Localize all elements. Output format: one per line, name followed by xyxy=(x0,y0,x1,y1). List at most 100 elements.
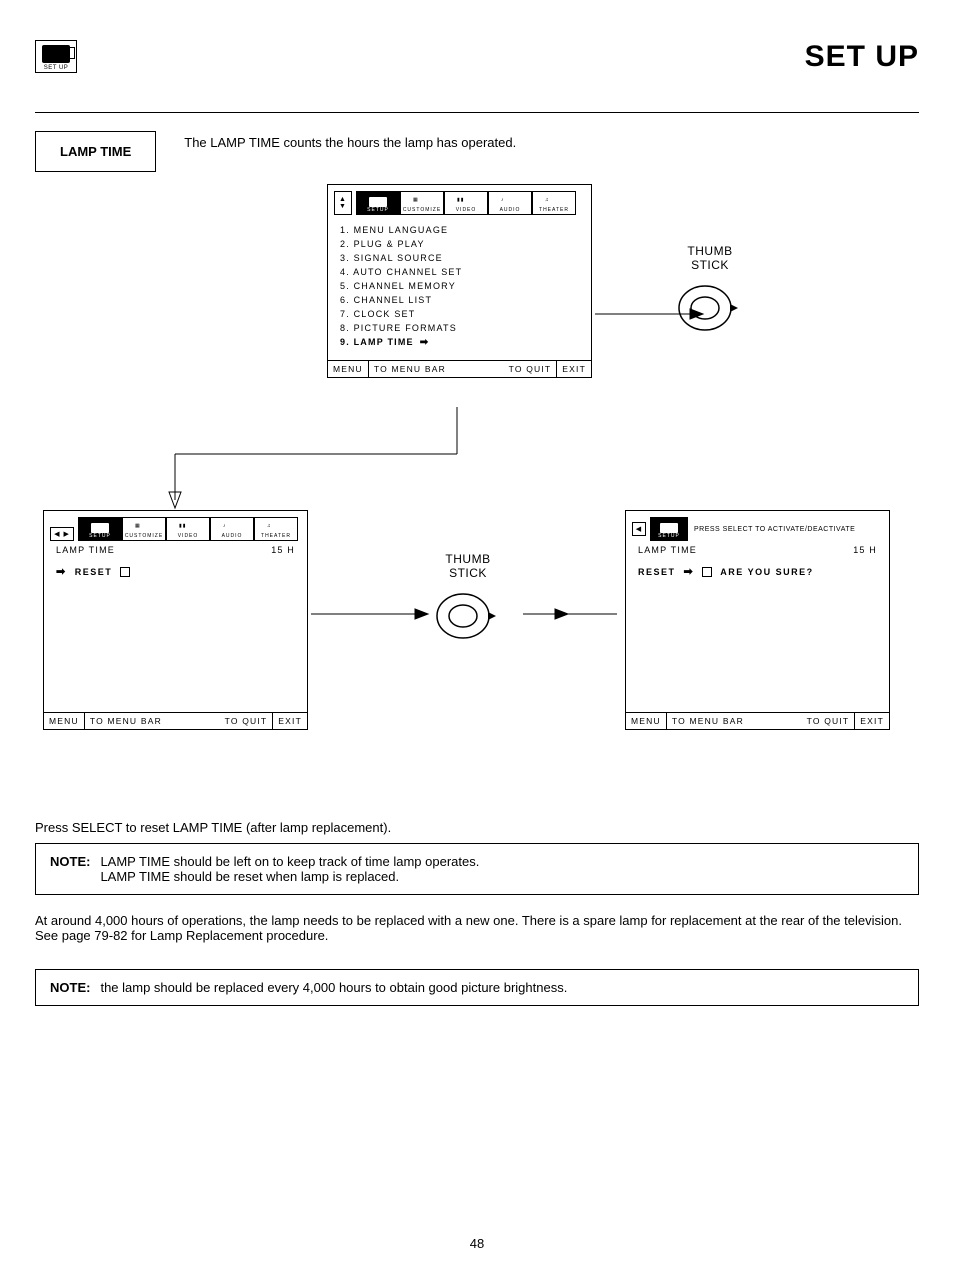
thumb-stick-icon xyxy=(675,276,745,336)
checkbox-icon[interactable] xyxy=(702,567,712,577)
menu-list: 1. MENU LANGUAGE 2. PLUG & PLAY 3. SIGNA… xyxy=(328,215,591,360)
menu-item[interactable]: 7. CLOCK SET xyxy=(340,307,579,321)
audio-icon: ♪ xyxy=(501,197,519,207)
menu-item[interactable]: 2. PLUG & PLAY xyxy=(340,237,579,251)
footer-to-quit: TO QUIT xyxy=(802,713,855,729)
thumb-label: THUMB xyxy=(433,552,503,566)
thumb-stick: THUMB STICK xyxy=(433,552,503,644)
lamp-time-value: 15 H xyxy=(271,545,295,555)
setup-icon-label: SET UP xyxy=(44,65,69,71)
tab-customize[interactable]: ▦CUSTOMIZE xyxy=(400,191,444,215)
note-line: LAMP TIME should be left on to keep trac… xyxy=(100,854,479,869)
audio-icon: ♪ xyxy=(223,523,241,533)
osd-footer: MENU TO MENU BAR TO QUIT EXIT xyxy=(328,360,591,377)
tv-icon xyxy=(42,45,70,63)
footer-exit[interactable]: EXIT xyxy=(556,361,591,377)
footer-to-quit: TO QUIT xyxy=(220,713,273,729)
customize-icon: ▦ xyxy=(135,523,153,533)
body-paragraph: At around 4,000 hours of operations, the… xyxy=(35,913,919,943)
tab-theater[interactable]: ♫THEATER xyxy=(254,517,298,541)
press-select-hint: PRESS SELECT TO ACTIVATE/DEACTIVATE xyxy=(688,525,855,534)
theater-icon: ♫ xyxy=(545,197,563,207)
note-label: NOTE: xyxy=(50,980,90,995)
menu-item[interactable]: 5. CHANNEL MEMORY xyxy=(340,279,579,293)
note-label: NOTE: xyxy=(50,854,90,884)
nav-left-icon: ◀ xyxy=(632,522,646,536)
tv-icon xyxy=(91,523,109,533)
lamp-time-label: LAMP TIME xyxy=(638,545,697,555)
menu-item-lamp-time[interactable]: 9. LAMP TIME xyxy=(340,335,579,350)
lamp-time-label: LAMP TIME xyxy=(56,545,115,555)
lamp-time-row: LAMP TIME 15 H xyxy=(626,541,889,559)
tab-row: ◀ ▶ SETUP ▦CUSTOMIZE ▮▮VIDEO ♪AUDIO ♫THE… xyxy=(44,511,307,541)
customize-icon: ▦ xyxy=(413,197,431,207)
tab-video[interactable]: ▮▮VIDEO xyxy=(444,191,488,215)
osd-footer: MENU TO MENU BAR TO QUIT EXIT xyxy=(44,712,307,729)
header-divider xyxy=(35,112,919,113)
menu-item[interactable]: 8. PICTURE FORMATS xyxy=(340,321,579,335)
are-you-sure-label: ARE YOU SURE? xyxy=(720,567,813,577)
tab-audio[interactable]: ♪AUDIO xyxy=(210,517,254,541)
thumb-stick: THUMB STICK xyxy=(675,244,745,336)
arrow-right-icon: ➡ xyxy=(56,565,67,578)
checkbox-icon[interactable] xyxy=(120,567,130,577)
osd-footer: MENU TO MENU BAR TO QUIT EXIT xyxy=(626,712,889,729)
body-paragraph: Press SELECT to reset LAMP TIME (after l… xyxy=(35,820,919,835)
tab-setup[interactable]: SETUP xyxy=(78,517,122,541)
footer-to-menu-bar: TO MENU BAR xyxy=(667,713,802,729)
note-content: LAMP TIME should be left on to keep trac… xyxy=(100,854,479,884)
thumb-label: STICK xyxy=(433,566,503,580)
tab-row: ▲▼ SETUP ▦CUSTOMIZE ▮▮VIDEO ♪AUDIO ♫THEA… xyxy=(328,185,591,215)
tab-row: ◀ SETUP PRESS SELECT TO ACTIVATE/DEACTIV… xyxy=(626,511,889,541)
theater-icon: ♫ xyxy=(267,523,285,533)
page-title: SET UP xyxy=(35,40,919,74)
tab-video[interactable]: ▮▮VIDEO xyxy=(166,517,210,541)
lamp-time-row: LAMP TIME 15 H xyxy=(44,541,307,559)
footer-to-quit: TO QUIT xyxy=(504,361,557,377)
nav-left-right-icon: ◀ ▶ xyxy=(50,527,74,541)
tv-icon xyxy=(369,197,387,207)
thumb-label: THUMB xyxy=(675,244,745,258)
section-label: LAMP TIME xyxy=(35,131,156,172)
footer-menu[interactable]: MENU xyxy=(328,361,369,377)
reset-confirm-row[interactable]: RESET ➡ ARE YOU SURE? xyxy=(626,559,889,584)
intro-text: The LAMP TIME counts the hours the lamp … xyxy=(184,131,516,150)
menu-item[interactable]: 3. SIGNAL SOURCE xyxy=(340,251,579,265)
setup-category-icon: SET UP xyxy=(35,40,77,73)
reset-label: RESET xyxy=(638,567,676,577)
thumb-stick-icon xyxy=(433,584,503,644)
lamp-time-value: 15 H xyxy=(853,545,877,555)
note-content: the lamp should be replaced every 4,000 … xyxy=(100,980,567,995)
video-icon: ▮▮ xyxy=(179,523,197,533)
tab-audio[interactable]: ♪AUDIO xyxy=(488,191,532,215)
osd-screen-menu: ▲▼ SETUP ▦CUSTOMIZE ▮▮VIDEO ♪AUDIO ♫THEA… xyxy=(327,184,592,378)
note-line: LAMP TIME should be reset when lamp is r… xyxy=(100,869,479,884)
nav-up-down-icon: ▲▼ xyxy=(334,191,352,215)
tab-theater[interactable]: ♫THEATER xyxy=(532,191,576,215)
menu-item[interactable]: 6. CHANNEL LIST xyxy=(340,293,579,307)
tv-icon xyxy=(660,523,678,533)
osd-screen-lamp-time: ◀ ▶ SETUP ▦CUSTOMIZE ▮▮VIDEO ♪AUDIO ♫THE… xyxy=(43,510,308,730)
menu-item[interactable]: 4. AUTO CHANNEL SET xyxy=(340,265,579,279)
note-box: NOTE: the lamp should be replaced every … xyxy=(35,969,919,1006)
osd-screen-confirm: ◀ SETUP PRESS SELECT TO ACTIVATE/DEACTIV… xyxy=(625,510,890,730)
footer-exit[interactable]: EXIT xyxy=(272,713,307,729)
footer-menu[interactable]: MENU xyxy=(626,713,667,729)
thumb-label: STICK xyxy=(675,258,745,272)
footer-to-menu-bar: TO MENU BAR xyxy=(369,361,504,377)
reset-row[interactable]: ➡ RESET xyxy=(44,559,307,584)
tab-customize[interactable]: ▦CUSTOMIZE xyxy=(122,517,166,541)
header-row: SET UP SET UP xyxy=(35,40,919,74)
tab-setup[interactable]: SETUP xyxy=(356,191,400,215)
menu-item[interactable]: 1. MENU LANGUAGE xyxy=(340,223,579,237)
footer-menu[interactable]: MENU xyxy=(44,713,85,729)
intro-row: LAMP TIME The LAMP TIME counts the hours… xyxy=(35,131,919,172)
reset-label: RESET xyxy=(75,567,113,577)
footer-to-menu-bar: TO MENU BAR xyxy=(85,713,220,729)
video-icon: ▮▮ xyxy=(457,197,475,207)
page-number: 48 xyxy=(35,1236,919,1251)
diagram-area: ▲▼ SETUP ▦CUSTOMIZE ▮▮VIDEO ♪AUDIO ♫THEA… xyxy=(35,184,919,804)
tab-setup[interactable]: SETUP xyxy=(650,517,688,541)
arrow-right-icon: ➡ xyxy=(684,565,695,578)
footer-exit[interactable]: EXIT xyxy=(854,713,889,729)
